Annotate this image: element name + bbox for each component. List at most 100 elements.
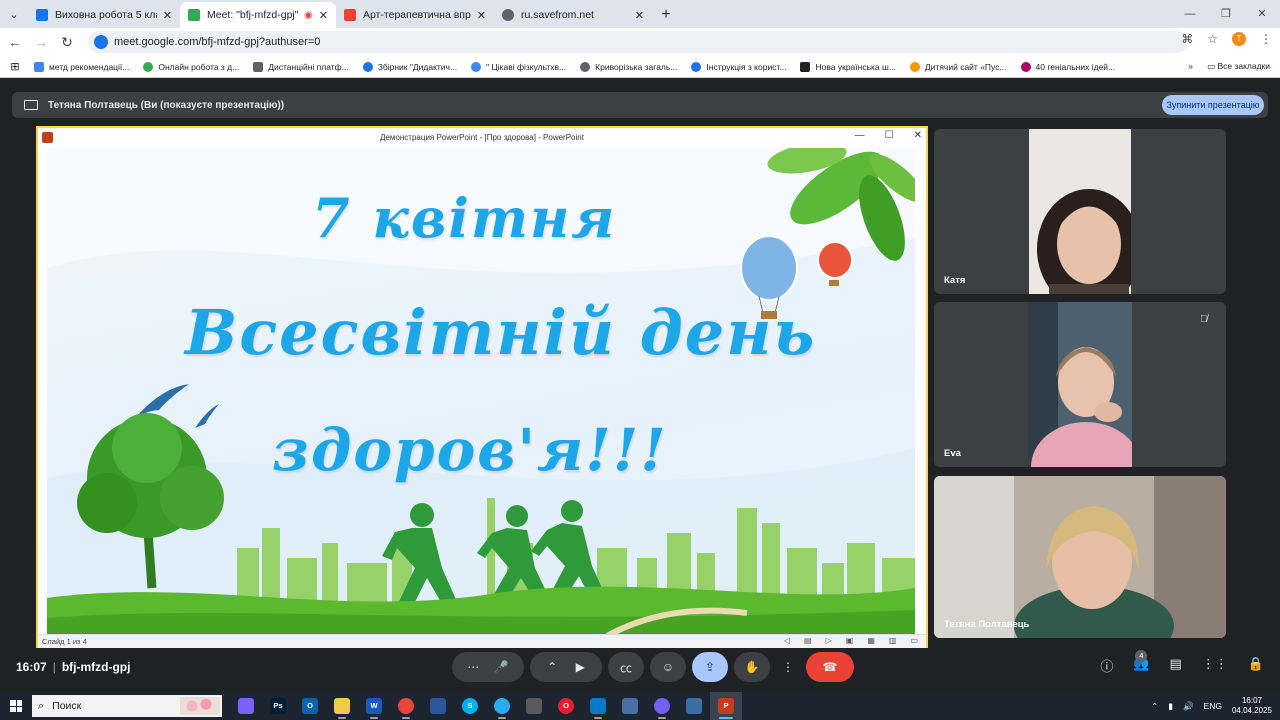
taskbar-app-telegram[interactable]	[486, 692, 518, 720]
volume-icon[interactable]: 🔊	[1183, 701, 1194, 712]
leave-call-button[interactable]: ☎	[806, 652, 854, 682]
browser-menu-icon[interactable]: ⋮	[1260, 32, 1272, 46]
taskbar-app-media[interactable]	[678, 692, 710, 720]
bookmark-item[interactable]: 40 геніальних ідей...	[1020, 61, 1115, 72]
captions-button[interactable]: ㏄	[608, 652, 644, 682]
browser-tab[interactable]: Арт-терапевтична вправа "Ко ✕	[336, 2, 494, 28]
new-tab-plus-icon[interactable]: +	[652, 2, 680, 28]
back-arrow-icon[interactable]: ←	[2, 34, 28, 50]
network-icon[interactable]: ▮	[1168, 701, 1173, 712]
windows-logo-icon	[10, 700, 22, 712]
raise-hand-button[interactable]: ✋	[734, 652, 770, 682]
slideshow-view-icon[interactable]: ▭	[910, 636, 918, 645]
tab-close-icon[interactable]: ✕	[319, 9, 328, 22]
chat-icon[interactable]: ▤	[1170, 656, 1182, 675]
bookmark-label: Дитячий сайт «Пус...	[924, 61, 1007, 72]
bookmark-item[interactable]: Дистанційні платф...	[253, 61, 349, 72]
minimize-icon[interactable]: —	[1172, 0, 1208, 28]
url-field[interactable]: meet.google.com/bfj-mfzd-gpj?authuser=0	[88, 31, 1188, 53]
meet-control-bar: 16:07 | bfj-mfzd-gpj ⋯ 🎤 ⌃ ▶ ㏄ ☺ ⇪ ✋ ⋮ ☎ ⓘ…	[0, 648, 1280, 692]
previous-slide-icon[interactable]: ◁	[784, 636, 790, 645]
tray-chevron-up-icon[interactable]: ⌃	[1151, 701, 1158, 712]
participant-tile[interactable]: Катя	[934, 129, 1226, 294]
meet-site-icon	[94, 35, 108, 49]
taskbar-app-chrome[interactable]	[390, 692, 422, 720]
taskbar-search-box[interactable]: ⌕ Поиск	[32, 695, 222, 717]
bookmark-item[interactable]: Збірник "Дидактич...	[362, 61, 457, 72]
slide-title-line-1: 7 квітня	[312, 186, 617, 250]
bookmark-label: Нова українська ш...	[815, 61, 896, 72]
start-button[interactable]	[0, 700, 32, 712]
tab-close-icon[interactable]: ✕	[635, 9, 644, 22]
host-controls-lock-icon[interactable]: 🔒	[1248, 656, 1264, 675]
activities-grid-icon[interactable]: ⋮⋮	[1202, 656, 1228, 675]
taskbar-app-powerpoint[interactable]: P	[710, 692, 742, 720]
clock[interactable]: 16:07 04.04.2025	[1232, 696, 1272, 716]
video-settings-button[interactable]: ⌃ ▶	[530, 652, 602, 682]
taskbar-app-paint[interactable]	[422, 692, 454, 720]
slide-title-line-3: здоров'я!!!	[272, 416, 668, 484]
ppt-close-icon[interactable]: ✕	[914, 130, 922, 141]
restore-icon[interactable]: ❐	[1208, 0, 1244, 28]
present-screen-icon	[24, 100, 38, 110]
present-now-button[interactable]: ⇪	[692, 652, 728, 682]
people-button[interactable]: 4 👥	[1133, 650, 1150, 675]
bookmark-item[interactable]: Онлайн робота з д...	[143, 61, 239, 72]
participant-video	[1029, 129, 1131, 294]
taskbar-app-skype[interactable]: S	[454, 692, 486, 720]
browser-tab-active[interactable]: Meet: "bfj-mfzd-gpj" ◉ ✕	[180, 2, 336, 28]
taskbar-app-word[interactable]: W	[358, 692, 390, 720]
bookmark-item[interactable]: Криворізька загаль...	[580, 61, 677, 72]
apps-grid-icon[interactable]: ⊞	[0, 60, 30, 73]
sorter-view-icon[interactable]: ▦	[867, 636, 875, 645]
participant-tile[interactable]: 🎙̸ Eva	[934, 302, 1226, 467]
taskbar-app-vscode[interactable]	[582, 692, 614, 720]
bookmark-item[interactable]: Інструкція з корист...	[691, 61, 786, 72]
globe-icon	[580, 61, 591, 72]
taskbar-app-opera[interactable]: O	[550, 692, 582, 720]
meeting-details-info-icon[interactable]: ⓘ	[1100, 656, 1113, 675]
taskbar-app-copilot[interactable]	[230, 692, 262, 720]
emoji-reactions-button[interactable]: ☺	[650, 652, 686, 682]
photoshop-icon: Ps	[270, 698, 286, 714]
taskbar-app-save[interactable]	[614, 692, 646, 720]
tab-search-chevron-icon[interactable]: ⌄	[0, 0, 28, 28]
slide-menu-icon[interactable]: ▤	[804, 636, 812, 645]
all-bookmarks-button[interactable]: ▭ Все закладки	[1207, 61, 1270, 72]
bookmark-star-icon[interactable]: ☆	[1207, 32, 1218, 46]
tab-close-icon[interactable]: ✕	[477, 9, 486, 22]
close-window-icon[interactable]: ✕	[1244, 0, 1280, 28]
taskbar-app-outlook[interactable]: O	[294, 692, 326, 720]
profile-avatar[interactable]: T	[1232, 32, 1246, 46]
bookmark-item[interactable]: Дитячий сайт «Пус...	[909, 61, 1007, 72]
taskbar-app-viber[interactable]	[646, 692, 678, 720]
reload-icon[interactable]: ↻	[54, 34, 80, 51]
taskbar-app-photoshop[interactable]: Ps	[262, 692, 294, 720]
translate-icon[interactable]: ⌘	[1181, 32, 1193, 46]
participant-tile-self[interactable]: Тетяна Полтавець	[934, 476, 1226, 638]
reading-view-icon[interactable]: ▥	[889, 636, 897, 645]
more-bookmarks-chevron-icon[interactable]: »	[1188, 61, 1193, 72]
tab-close-icon[interactable]: ✕	[163, 9, 172, 22]
audio-settings-button[interactable]: ⋯ 🎤	[452, 652, 524, 682]
stop-presenting-button[interactable]: Зупинити презентацію	[1162, 95, 1264, 115]
tab-title: Meet: "bfj-mfzd-gpj"	[207, 9, 299, 21]
address-bar-row: ← → ↻ meet.google.com/bfj-mfzd-gpj?authu…	[0, 28, 1280, 56]
normal-view-icon[interactable]: ▣	[846, 636, 854, 645]
taskbar-app-explorer[interactable]	[326, 692, 358, 720]
ppt-minimize-icon[interactable]: —	[855, 130, 865, 141]
word-icon: W	[366, 698, 382, 714]
bookmark-item[interactable]: Нова українська ш...	[800, 61, 896, 72]
bookmark-item[interactable]: " Цікаві фізкультхв...	[471, 61, 566, 72]
more-options-button[interactable]: ⋮	[776, 652, 800, 682]
language-indicator[interactable]: ENG	[1204, 701, 1222, 711]
browser-tab[interactable]: Виховна робота 5 клас ✕	[28, 2, 180, 28]
bookmark-item[interactable]: метд рекомендації...	[34, 61, 129, 72]
forward-arrow-icon[interactable]: →	[28, 34, 54, 50]
ppt-maximize-icon[interactable]: ☐	[885, 130, 894, 141]
next-slide-icon[interactable]: ▷	[826, 636, 832, 645]
browser-tab-bar: ⌄ Виховна робота 5 клас ✕ Meet: "bfj-mfz…	[0, 0, 1280, 28]
browser-tab[interactable]: ru.savefrom.net ✕	[494, 2, 652, 28]
slides-favicon-icon	[36, 9, 48, 21]
taskbar-app-store[interactable]	[518, 692, 550, 720]
